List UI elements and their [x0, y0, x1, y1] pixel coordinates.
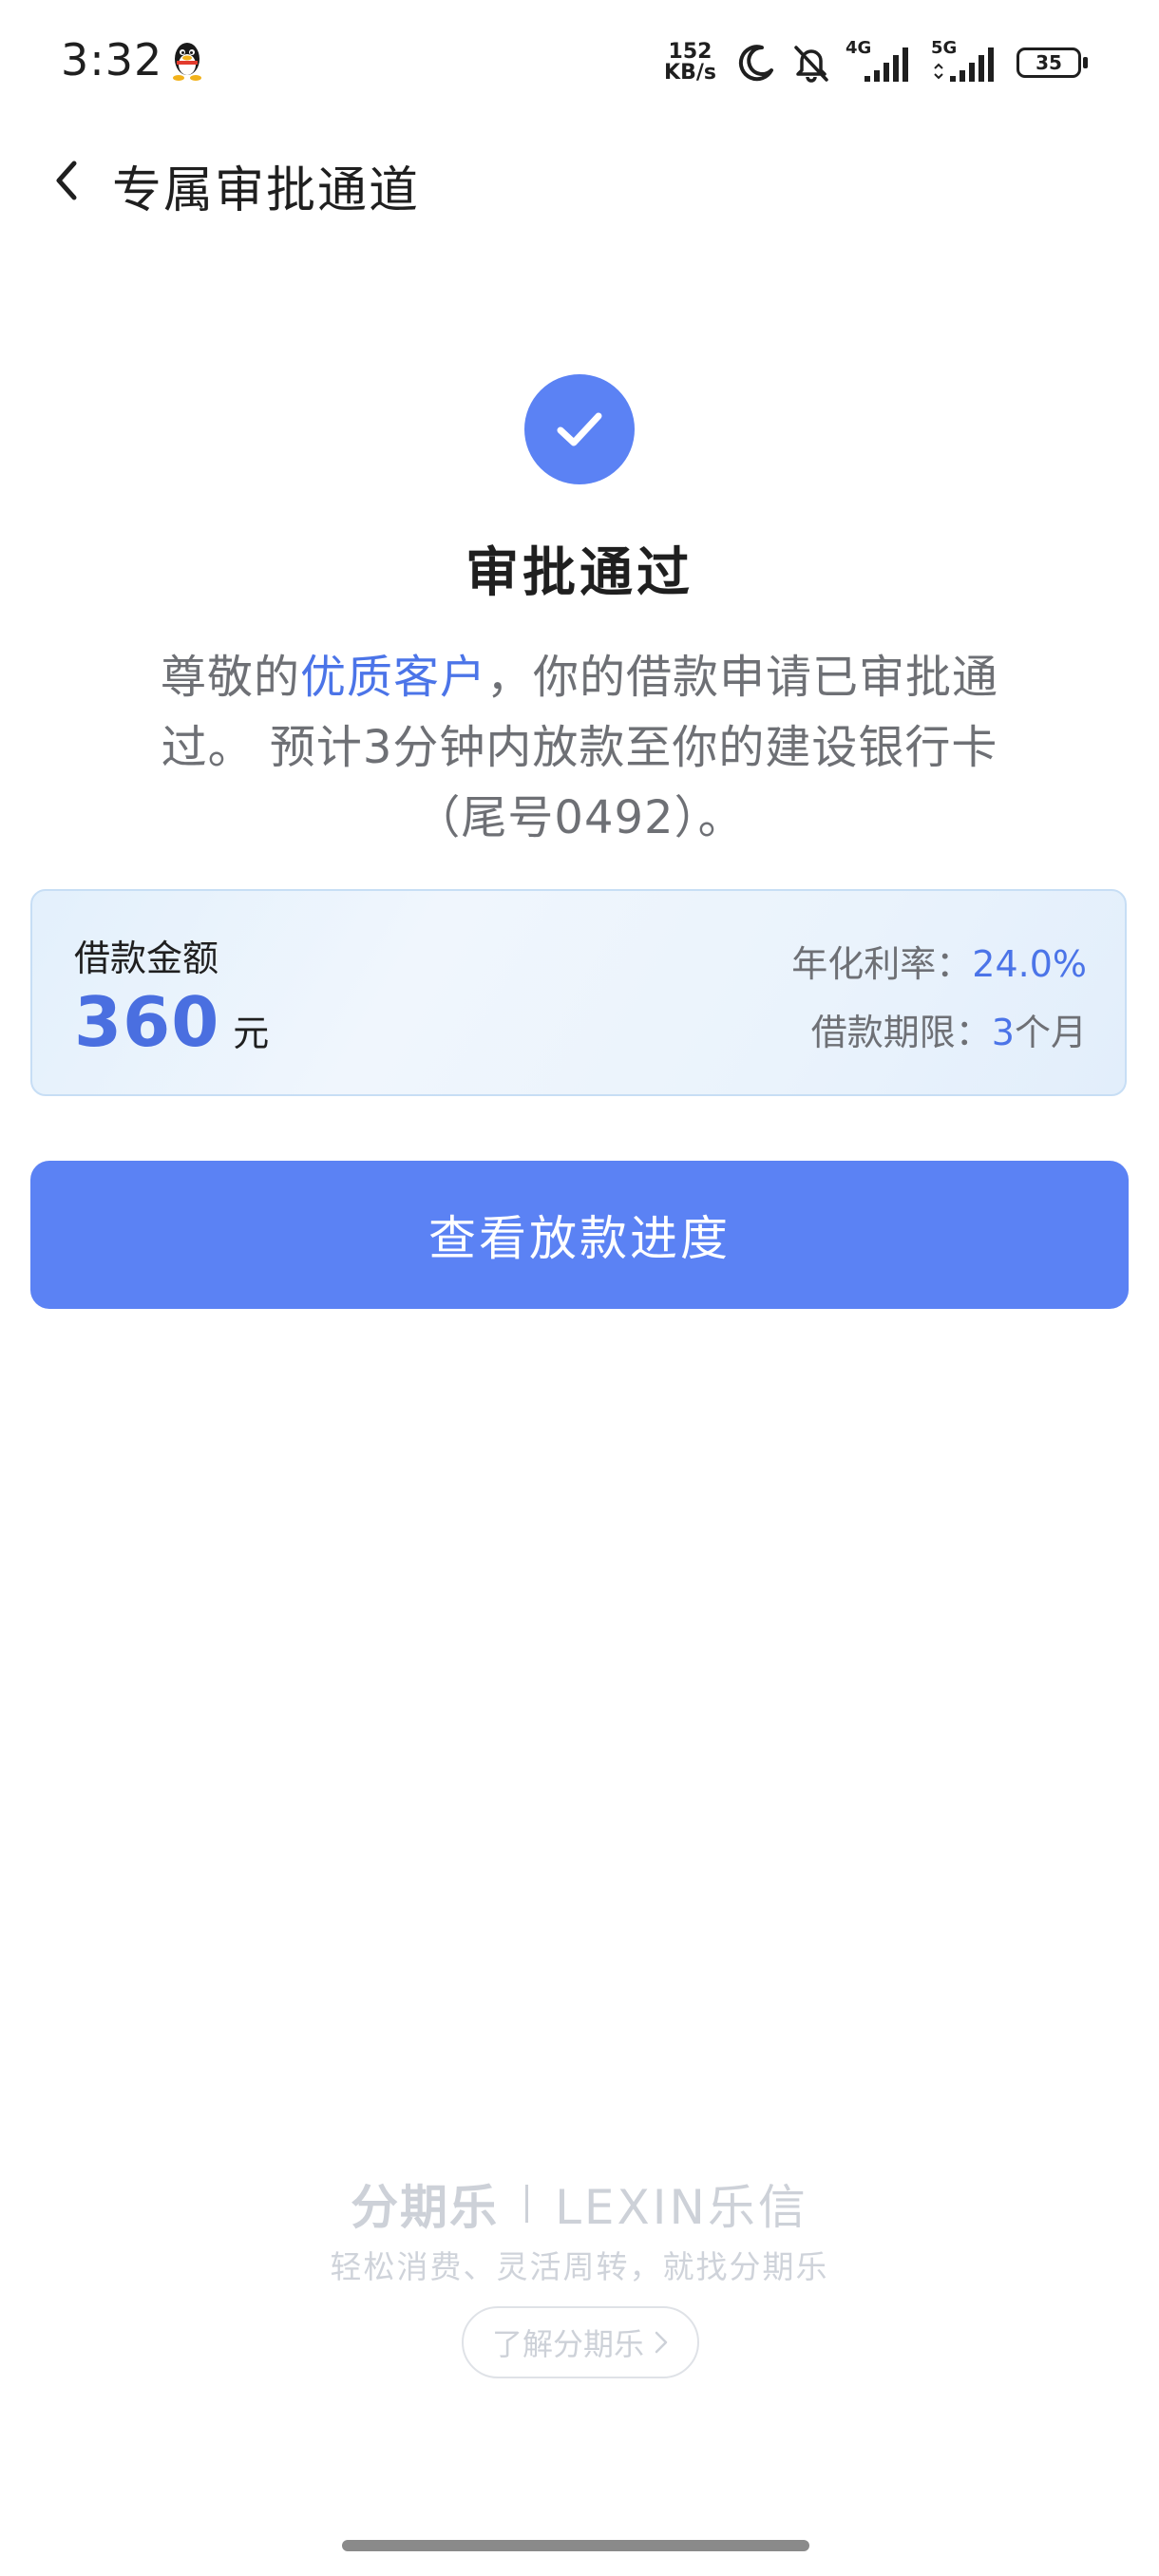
loan-term: 借款期限：3个月 [811, 1003, 1087, 1055]
loan-amount-unit: 元 [233, 1013, 270, 1054]
qq-icon [173, 43, 201, 81]
chevron-left-icon [56, 161, 77, 200]
check-icon [557, 412, 602, 446]
signal-5g-label: 5G [931, 38, 958, 58]
desc-highlight: 优质客户 [299, 651, 486, 704]
net-speed: 152 KB/s [664, 42, 716, 84]
battery-icon: 35 [1016, 44, 1091, 82]
signal-5g: 5G [931, 38, 1003, 85]
loan-amount-label: 借款金额 [74, 938, 219, 979]
back-button[interactable] [38, 148, 95, 213]
brand-right: LEXIN乐信 [555, 2180, 808, 2235]
page-header: 专属审批通道 [0, 123, 1159, 237]
loan-term-value: 3 [991, 1012, 1015, 1053]
brand-logo: 分期乐 LEXIN乐信 [0, 2169, 1159, 2238]
home-indicator[interactable] [342, 2540, 809, 2551]
signal-4g: 4G [846, 38, 918, 85]
view-disbursement-progress-button[interactable]: 查看放款进度 [30, 1161, 1129, 1309]
desc-prefix: 尊敬的 [160, 651, 300, 704]
moon-icon [738, 45, 773, 82]
status-time: 3:32 [61, 34, 163, 85]
learn-more-button[interactable]: 了解分期乐 [462, 2306, 699, 2378]
success-check-icon [524, 374, 635, 484]
annual-rate-label: 年化利率： [791, 943, 973, 985]
brand-left: 分期乐 [351, 2180, 500, 2235]
battery-level: 35 [1016, 47, 1081, 78]
net-speed-value: 152 [668, 40, 712, 64]
net-speed-unit: KB/s [664, 61, 716, 85]
annual-rate-value: 24.0% [972, 943, 1087, 985]
annual-rate: 年化利率：24.0% [791, 935, 1087, 987]
brand-slogan: 轻松消费、灵活周转，就找分期乐 [330, 2248, 829, 2285]
loan-amount: 360 元 [74, 982, 269, 1062]
learn-more-label: 了解分期乐 [491, 2326, 644, 2362]
result-title: 审批通过 [466, 542, 694, 604]
brand-divider [525, 2185, 529, 2223]
loan-term-label: 借款期限： [810, 1012, 992, 1053]
loan-amount-value: 360 [74, 982, 220, 1062]
loan-term-unit: 个月 [1014, 1012, 1087, 1053]
signal-4g-label: 4G [846, 38, 872, 58]
status-bar: 3:32 152 KB/s 4G 5G 35 [0, 0, 1159, 123]
result-description: 尊敬的优质客户，你的借款申请已审批通过。 预计3分钟内放款至你的建设银行卡（尾号… [124, 642, 1036, 853]
chevron-right-icon [655, 2331, 668, 2354]
bell-off-icon [794, 46, 828, 83]
loan-info-card: 借款金额 360 元 年化利率：24.0% 借款期限：3个月 [30, 889, 1127, 1096]
page-title: 专属审批通道 [112, 162, 421, 219]
